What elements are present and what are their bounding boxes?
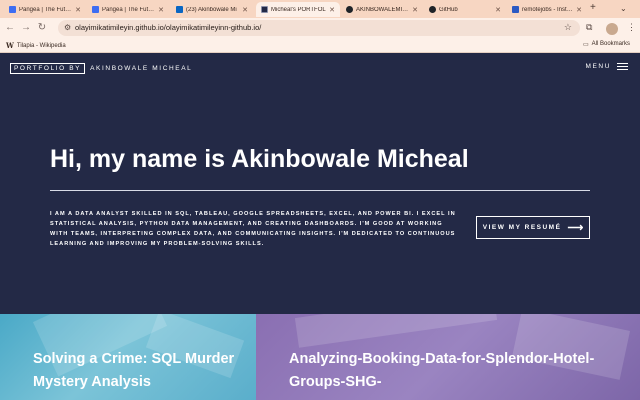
close-icon[interactable]: ✕ xyxy=(158,6,164,14)
brand-name: AKINBOWALE MICHEAL xyxy=(90,65,193,72)
new-tab-icon[interactable]: + xyxy=(590,2,596,13)
project-title: Analyzing-Booking-Data-for-Splendor-Hote… xyxy=(289,351,595,390)
site-brand[interactable]: PORTFOLIO BY AKINBOWALE MICHEAL xyxy=(10,63,192,74)
tab-favicon-icon xyxy=(92,6,99,13)
url-text[interactable]: olayimikatimileyin.github.io/olayimikati… xyxy=(75,23,261,32)
close-icon[interactable]: ✕ xyxy=(412,6,418,14)
bookmark-label: Tilapia - Wikipedia xyxy=(16,42,66,49)
project-title: Solving a Crime: SQL Murder Mystery Anal… xyxy=(33,351,235,390)
folder-icon: ▭ xyxy=(582,42,589,48)
tab-favicon-icon xyxy=(512,6,519,13)
tab-label: (23) Akinbowale Mi xyxy=(186,6,237,13)
close-icon[interactable]: ✕ xyxy=(242,6,248,14)
browser-tab[interactable]: remotejobs - Instup ✕ xyxy=(507,2,587,17)
divider xyxy=(50,190,590,191)
close-icon[interactable]: ✕ xyxy=(75,6,81,14)
project-card-sql-murder[interactable]: Solving a Crime: SQL Murder Mystery Anal… xyxy=(0,314,256,400)
github-icon xyxy=(429,6,436,13)
bookmarks-bar: W Tilapia - Wikipedia ▭ All Bookmarks xyxy=(0,39,640,53)
browser-toolbar: ← → ↻ ⚙ olayimikatimileyin.github.io/ola… xyxy=(0,18,640,39)
site-info-icon[interactable]: ⚙ xyxy=(64,23,71,32)
tab-label: GitHub xyxy=(439,6,458,13)
hero-bio: I AM A DATA ANALYST SKILLED IN SQL, TABL… xyxy=(50,211,456,247)
card-background-shape xyxy=(294,314,498,348)
view-resume-button[interactable]: VIEW MY RESUMÉ ⟶ xyxy=(476,216,590,239)
tab-favicon-icon xyxy=(176,6,183,13)
close-icon[interactable]: ✕ xyxy=(576,6,582,14)
all-bookmarks-label: All Bookmarks xyxy=(591,41,630,47)
wikipedia-icon: W xyxy=(6,41,14,50)
tab-favicon-icon xyxy=(9,6,16,13)
browser-tab[interactable]: Pangea | The Future ✕ xyxy=(87,2,169,17)
browser-tab[interactable]: Pangea | The Future ✕ xyxy=(4,2,86,17)
brand-box: PORTFOLIO BY xyxy=(10,63,86,74)
chevron-down-icon[interactable]: ⌄ xyxy=(620,4,627,13)
browser-tab[interactable]: AKINBOWALEMICH ✕ xyxy=(341,2,423,17)
hero-headline: Hi, my name is Akinbowale Micheal xyxy=(50,145,469,173)
browser-tab-bar: Pangea | The Future ✕ Pangea | The Futur… xyxy=(0,0,640,18)
extensions-icon[interactable]: ⧉ xyxy=(586,22,592,33)
browser-tab-active[interactable]: Micheal's PORTFOL ✕ xyxy=(256,2,340,17)
tab-label: remotejobs - Instup xyxy=(522,6,574,13)
tab-label: AKINBOWALEMICH xyxy=(356,6,410,13)
tab-label: Pangea | The Future xyxy=(102,6,156,13)
reload-icon[interactable]: ↻ xyxy=(36,22,48,33)
forward-icon[interactable]: → xyxy=(20,22,32,33)
arrow-right-icon: ⟶ xyxy=(567,222,584,234)
github-icon xyxy=(346,6,353,13)
all-bookmarks[interactable]: ▭ All Bookmarks xyxy=(583,41,630,48)
tab-label: Pangea | The Future xyxy=(19,6,73,13)
menu-button[interactable]: MENU xyxy=(585,63,628,70)
hamburger-icon xyxy=(617,63,628,70)
bookmark-item[interactable]: W Tilapia - Wikipedia xyxy=(6,41,66,50)
tab-label: Micheal's PORTFOL xyxy=(271,6,326,13)
portfolio-page: PORTFOLIO BY AKINBOWALE MICHEAL MENU Hi,… xyxy=(0,54,640,400)
more-options-icon[interactable]: ⋮ xyxy=(627,22,636,33)
browser-tab[interactable]: GitHub ✕ xyxy=(424,2,506,17)
project-card-splendor-hotel[interactable]: Analyzing-Booking-Data-for-Splendor-Hote… xyxy=(256,314,640,400)
menu-label: MENU xyxy=(585,63,611,70)
avatar[interactable] xyxy=(606,23,618,35)
address-bar[interactable]: ⚙ olayimikatimileyin.github.io/olayimika… xyxy=(58,20,580,36)
tab-favicon-icon xyxy=(261,6,268,13)
project-cards: Solving a Crime: SQL Murder Mystery Anal… xyxy=(0,314,640,400)
close-icon[interactable]: ✕ xyxy=(329,6,335,14)
resume-label: VIEW MY RESUMÉ xyxy=(482,224,562,231)
bookmark-star-icon[interactable]: ☆ xyxy=(564,22,572,33)
back-icon[interactable]: ← xyxy=(4,22,16,33)
browser-tab[interactable]: (23) Akinbowale Mi ✕ xyxy=(171,2,253,17)
close-icon[interactable]: ✕ xyxy=(495,6,501,14)
